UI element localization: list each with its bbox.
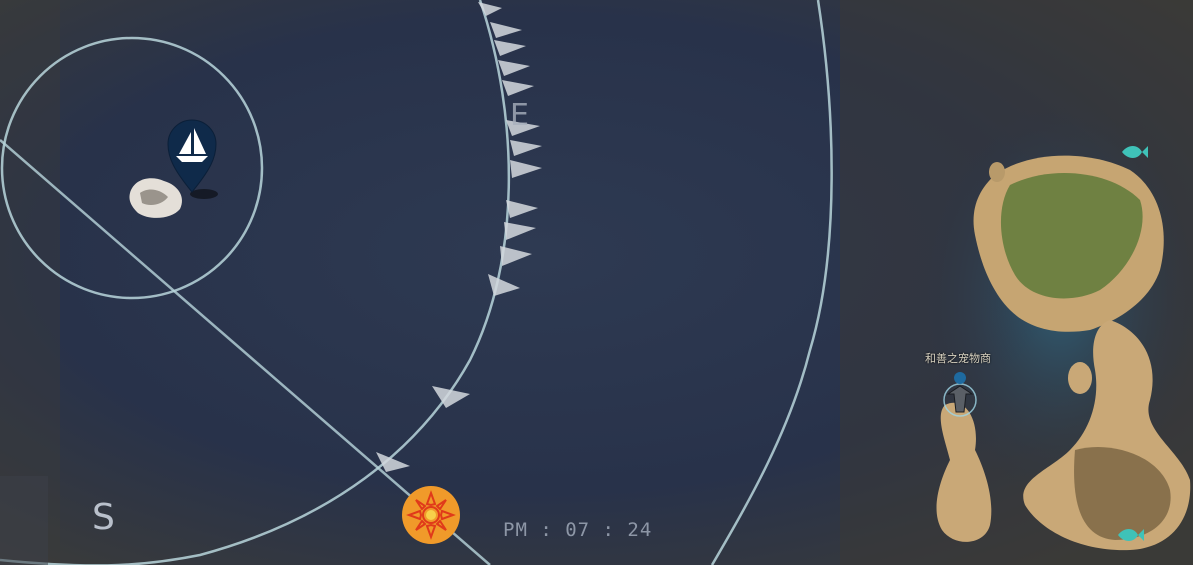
compass-east-label: E <box>510 98 529 133</box>
islet <box>1068 362 1092 394</box>
game-clock: PM : 07 : 24 <box>503 519 653 541</box>
islet-2 <box>989 162 1005 182</box>
sun-icon <box>402 486 460 544</box>
npc-name-label: 和善之宠物商 <box>925 352 991 365</box>
compass-south-label: S <box>92 497 115 538</box>
minimap-side-panel <box>0 476 48 565</box>
island-group <box>920 100 1193 551</box>
world-map[interactable] <box>0 0 1193 565</box>
